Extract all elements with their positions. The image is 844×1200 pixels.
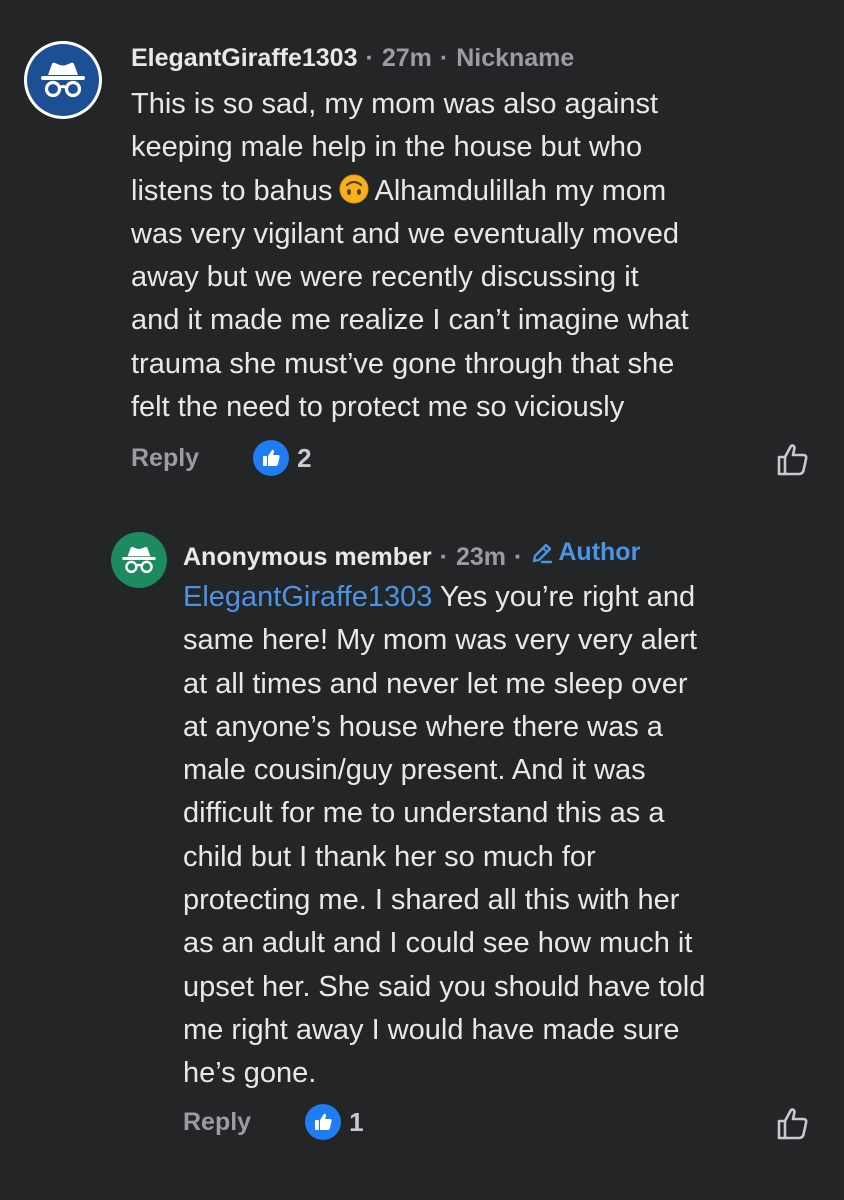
timestamp: 23m (456, 542, 507, 571)
like-reaction-icon (305, 1104, 342, 1140)
thumbs-up-icon (263, 449, 280, 466)
comment-line: ElegantGiraffe1303 Yes you’re right and (183, 576, 833, 619)
comment-line: at anyone’s house where there was a (183, 710, 663, 743)
like-reaction-icon (253, 440, 290, 476)
author-tag-label: Author (558, 538, 641, 566)
avatar[interactable] (24, 41, 102, 119)
comment-thread: ElegantGiraffe1303 · 27m · Nickname This… (0, 0, 844, 1200)
avatar[interactable] (111, 532, 167, 588)
meta-separator: · (439, 542, 448, 571)
comment-line: and it made me realize I can’t imagine w… (131, 304, 689, 337)
like-button[interactable] (773, 440, 813, 480)
nickname-tag: Nickname (456, 44, 575, 72)
mention-link[interactable]: ElegantGiraffe1303 (183, 581, 432, 613)
incognito-icon (41, 62, 85, 98)
reaction-count: 2 (297, 442, 312, 473)
timestamp: 27m (381, 44, 432, 72)
comment-line: me right away I would have made sure (183, 1013, 680, 1046)
comment-line: he’s gone. (183, 1057, 317, 1090)
comment-text: listens to bahus (131, 174, 333, 207)
comment-line: difficult for me to understand this as a (183, 797, 665, 830)
comment-line: as an adult and I could see how much it (183, 927, 693, 960)
comment-text: Yes you’re right and (432, 581, 696, 613)
thumbs-up-outline-icon (777, 444, 808, 476)
incognito-icon (122, 546, 156, 573)
comment-line: listens to bahus Alhamdulillah my mom (131, 170, 831, 213)
reaction-summary[interactable]: 2 (253, 440, 312, 476)
like-button[interactable] (773, 1104, 813, 1144)
comment-line: child but I thank her so much for (183, 840, 596, 873)
author-badge: Author (530, 538, 640, 567)
reaction-summary[interactable]: 1 (305, 1104, 364, 1140)
comment-line: male cousin/guy present. And it was (183, 754, 646, 787)
comment-line: same here! My mom was very very alert (183, 624, 698, 657)
comment-meta: Anonymous member · 23m · Author (183, 538, 640, 572)
comment-line: keeping male help in the house but who (131, 131, 643, 164)
comment-line: at all times and never let me sleep over (183, 667, 688, 700)
avatar-circle (27, 44, 99, 116)
meta-separator: · (514, 542, 523, 571)
comment-meta: ElegantGiraffe1303 · 27m · Nickname (131, 44, 574, 73)
comment-body: ElegantGiraffe1303 Yes you’re right and … (183, 576, 833, 1096)
meta-separator: · (439, 44, 449, 72)
comment-text: Alhamdulillah my mom (374, 174, 667, 207)
comment-line: felt the need to protect me so viciously (131, 391, 625, 424)
comment-actions: Reply 1 (183, 1104, 364, 1140)
comment-line: protecting me. I shared all this with he… (183, 884, 680, 917)
comment-line: away but we were recently discussing it (131, 261, 639, 294)
comment-line: upset her. She said you should have told (183, 970, 706, 1003)
upside-down-face-emoji (339, 174, 369, 204)
thumbs-up-outline-icon (777, 1108, 808, 1140)
reaction-count: 1 (349, 1106, 364, 1137)
comment-line: was very vigilant and we eventually move… (131, 217, 680, 250)
pencil-icon (533, 543, 553, 563)
comment-actions: Reply 2 (131, 440, 312, 476)
comment-line: This is so sad, my mom was also against (131, 88, 659, 120)
author-name[interactable]: ElegantGiraffe1303 (131, 44, 358, 73)
author-name[interactable]: Anonymous member (183, 543, 432, 572)
reply-button[interactable]: Reply (183, 1108, 251, 1137)
reply-button[interactable]: Reply (131, 444, 199, 473)
comment-line: trauma she must’ve gone through that she (131, 347, 675, 380)
thumbs-up-icon (315, 1113, 332, 1130)
meta-separator: · (365, 44, 374, 72)
comment-body: This is so sad, my mom was also against … (131, 83, 831, 429)
